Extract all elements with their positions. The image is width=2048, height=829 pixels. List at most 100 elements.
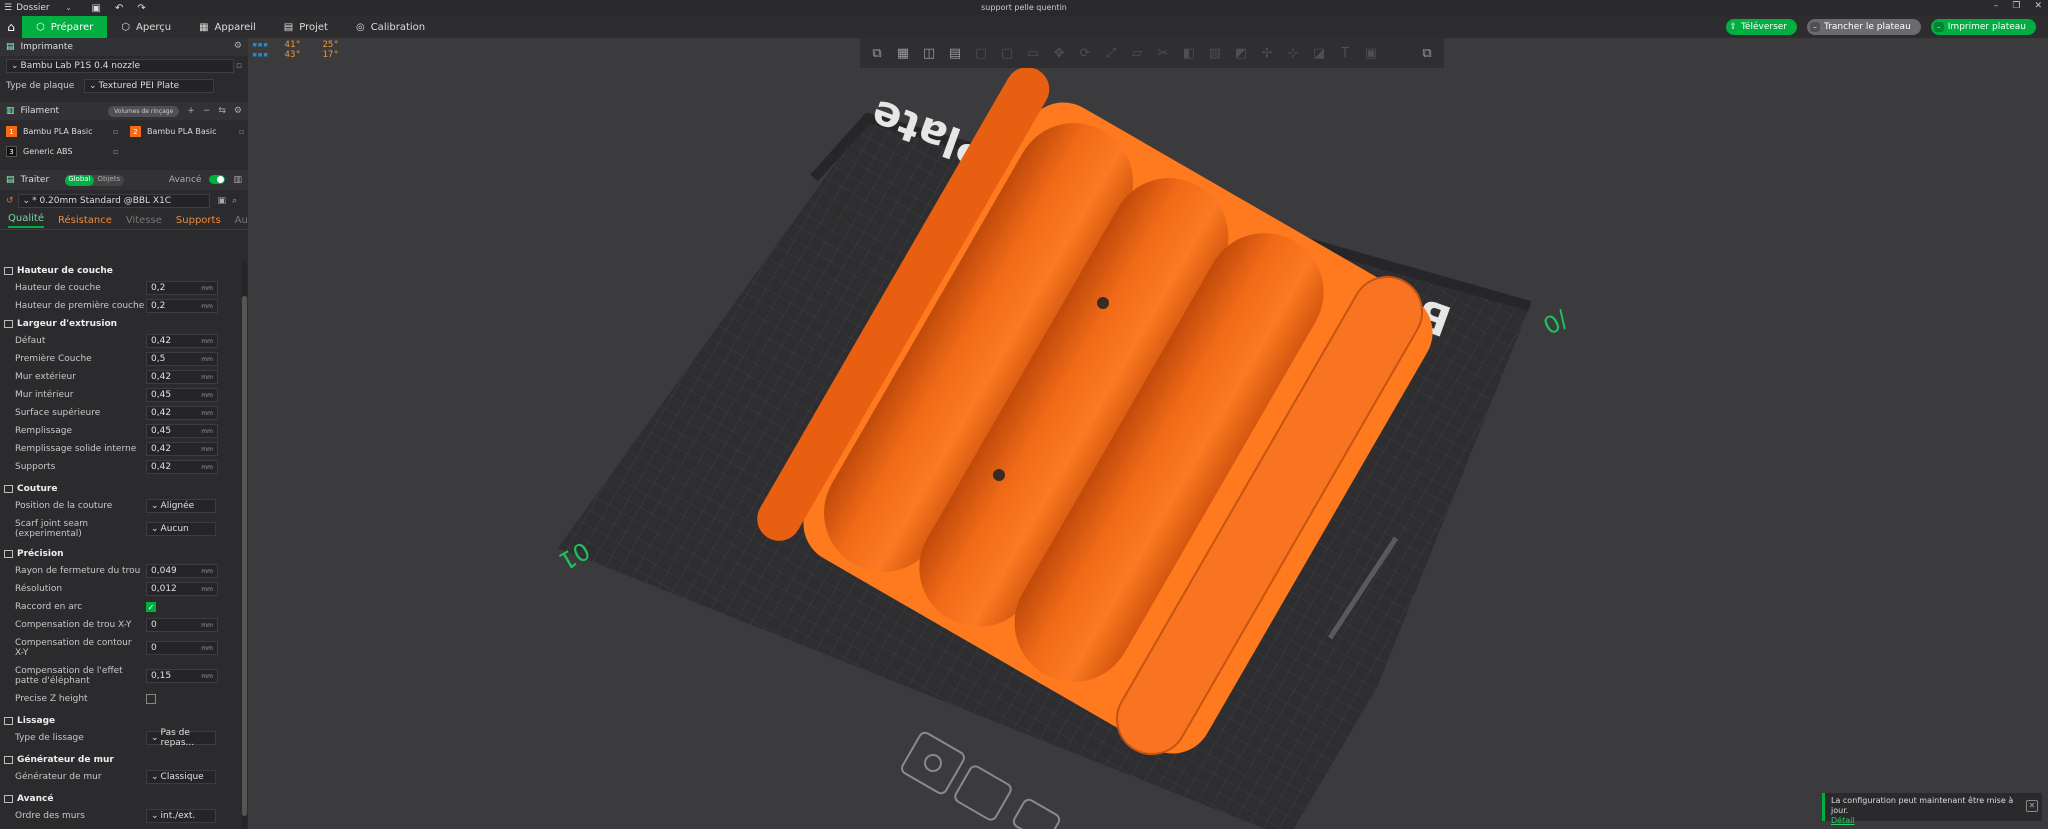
param-input[interactable]: 0,012 mm xyxy=(146,582,218,596)
split-icon[interactable]: ▢ xyxy=(970,43,992,63)
filament-color-swatch[interactable]: 1 xyxy=(6,126,17,137)
3d-viewport[interactable]: Bambu Textured PEI Plate PEI / PEI FABRI… xyxy=(248,38,2048,829)
save-icon[interactable]: ▣ xyxy=(92,3,101,14)
edit-icon[interactable]: ▫ xyxy=(239,127,244,136)
tab-project[interactable]: ▤ Projet xyxy=(270,16,342,38)
support-paint-icon[interactable]: ▧ xyxy=(1204,43,1226,63)
tab-other[interactable]: Autre xyxy=(235,215,248,226)
tab-calibration[interactable]: ◎ Calibration xyxy=(342,16,439,38)
param-select[interactable]: ⌄ int./ext. xyxy=(146,809,216,823)
chevron-down-icon[interactable]: ⌄ xyxy=(66,4,72,12)
param-value[interactable]: 0,45 xyxy=(151,390,171,400)
plate-bottom-icons[interactable] xyxy=(900,731,1061,829)
file-menu[interactable]: ☰ Dossier ⌄ xyxy=(0,3,72,13)
rotate-icon[interactable]: ⟳ xyxy=(1074,43,1096,63)
param-input[interactable]: 0,42 mm xyxy=(146,442,218,456)
tab-prepare[interactable]: ⬡ Préparer xyxy=(22,16,108,38)
undo-icon[interactable]: ↶ xyxy=(115,3,123,14)
seam-paint-icon[interactable]: ◩ xyxy=(1230,43,1252,63)
param-value[interactable]: 0,2 xyxy=(151,301,165,311)
arrange-icon[interactable]: ▤ xyxy=(944,43,966,63)
param-value[interactable]: 0 xyxy=(151,643,157,653)
save-icon[interactable]: ▣ xyxy=(218,196,227,206)
filament-color-swatch[interactable]: 2 xyxy=(130,126,141,137)
filament-color-swatch[interactable]: 3 xyxy=(6,146,17,157)
param-input[interactable]: 0,049 mm xyxy=(146,564,218,578)
move-icon[interactable]: ✥ xyxy=(1048,43,1070,63)
filament-slot-2[interactable]: 2 Bambu PLA Basic ▫ xyxy=(130,126,244,137)
hamburger-icon[interactable]: ☰ xyxy=(4,3,12,13)
home-icon[interactable]: ⌂ xyxy=(0,16,22,38)
param-select[interactable]: ⌄ Pas de repas... xyxy=(146,728,216,748)
filament-slot-3[interactable]: 3 Generic ABS ▫ xyxy=(6,146,118,157)
edit-icon[interactable]: ▫ xyxy=(113,147,118,156)
global-option[interactable]: Global xyxy=(65,174,94,186)
param-input[interactable]: 0,2 mm xyxy=(146,281,218,295)
param-input[interactable]: 0,45 mm xyxy=(146,388,218,402)
process-profile-select[interactable]: ⌄ * 0.20mm Standard @BBL X1C xyxy=(17,194,210,208)
file-menu-label[interactable]: Dossier xyxy=(16,3,50,13)
param-value[interactable]: 0,2 xyxy=(151,283,165,293)
process-header[interactable]: ▤ Traiter Global Objets Avancé ▥ xyxy=(0,170,248,190)
slice-plate-button[interactable]: – Trancher le plateau xyxy=(1807,19,1921,35)
maximize-icon[interactable]: ❐ xyxy=(2012,1,2020,11)
scrollbar-thumb[interactable] xyxy=(242,296,247,816)
param-input[interactable]: 0,42 mm xyxy=(146,370,218,384)
close-icon[interactable]: ✕ xyxy=(2026,800,2038,812)
orient-icon[interactable]: ◫ xyxy=(918,43,940,63)
sync-icon[interactable]: ⇆ xyxy=(218,106,226,117)
lay-flat-icon[interactable]: ▱ xyxy=(1126,43,1148,63)
add-object-icon[interactable]: ⧉ xyxy=(866,43,888,63)
filament-header[interactable]: ▥ Filament Volumes de rinçage + − ⇆ ⚙ xyxy=(0,102,248,120)
emboss-icon[interactable]: ✢ xyxy=(1256,43,1278,63)
add-icon[interactable]: + xyxy=(187,106,195,117)
filament-slot-1[interactable]: 1 Bambu PLA Basic ▫ xyxy=(6,126,118,137)
reset-icon[interactable]: ↺ xyxy=(6,196,14,206)
param-value[interactable]: 0,5 xyxy=(151,354,165,364)
param-input[interactable]: 0,15 mm xyxy=(146,669,218,683)
param-value[interactable]: 0,42 xyxy=(151,408,171,418)
param-input[interactable]: 0,42 mm xyxy=(146,334,218,348)
text-icon[interactable]: T xyxy=(1334,43,1356,63)
param-input[interactable]: 0,5 mm xyxy=(146,352,218,366)
minimize-icon[interactable]: – xyxy=(1994,1,1999,11)
plate-lock-icon[interactable] xyxy=(953,764,1013,822)
advanced-toggle[interactable] xyxy=(209,175,226,184)
param-value[interactable]: 0 xyxy=(151,620,157,630)
param-input[interactable]: 0,2 mm xyxy=(146,299,218,313)
close-icon[interactable]: ✕ xyxy=(2034,1,2042,11)
edit-icon[interactable]: ▫ xyxy=(236,61,242,71)
tab-supports[interactable]: Supports xyxy=(176,215,221,226)
remove-icon[interactable]: − xyxy=(203,106,211,117)
dropdown-icon[interactable]: – xyxy=(1810,22,1821,32)
tab-speed[interactable]: Vitesse xyxy=(126,215,162,226)
objects-option[interactable]: Objets xyxy=(94,175,125,186)
settings-icon[interactable]: ⚙ xyxy=(234,41,242,51)
tab-quality[interactable]: Qualité xyxy=(8,213,44,228)
param-value[interactable]: 0,42 xyxy=(151,462,171,472)
param-value[interactable]: 0,15 xyxy=(151,671,171,681)
measure-icon[interactable]: ⊹ xyxy=(1282,43,1304,63)
param-select[interactable]: ⌄ Aucun xyxy=(146,522,216,536)
tab-preview[interactable]: ⬡ Aperçu xyxy=(107,16,185,38)
color-paint-icon[interactable]: ◪ xyxy=(1308,43,1330,63)
tab-strength[interactable]: Résistance xyxy=(58,215,112,226)
edit-icon[interactable]: ▫ xyxy=(113,127,118,136)
param-input[interactable]: 0,42 mm xyxy=(146,406,218,420)
param-value[interactable]: 0,42 xyxy=(151,444,171,454)
flush-volumes-button[interactable]: Volumes de rinçage xyxy=(108,106,180,117)
tab-device[interactable]: ▦ Appareil xyxy=(185,16,270,38)
notification-detail-link[interactable]: Détail xyxy=(1831,816,1855,825)
scale-icon[interactable]: ⤢ xyxy=(1100,43,1122,63)
compare-icon[interactable]: ▥ xyxy=(233,175,242,185)
param-value[interactable]: 0,42 xyxy=(151,372,171,382)
param-value[interactable]: 0,012 xyxy=(151,584,177,594)
grid-icon[interactable]: ▦ xyxy=(892,43,914,63)
param-select[interactable]: ⌄ Classique xyxy=(146,770,216,784)
global-objects-toggle[interactable]: Global Objets xyxy=(65,174,125,186)
param-input[interactable]: 0,42 mm xyxy=(146,460,218,474)
precise-z-checkbox[interactable] xyxy=(146,694,156,704)
upload-button[interactable]: ⇪ Téléverser xyxy=(1726,19,1798,35)
settings-icon[interactable]: ⚙ xyxy=(234,106,242,117)
param-input[interactable]: 0,45 mm xyxy=(146,424,218,438)
